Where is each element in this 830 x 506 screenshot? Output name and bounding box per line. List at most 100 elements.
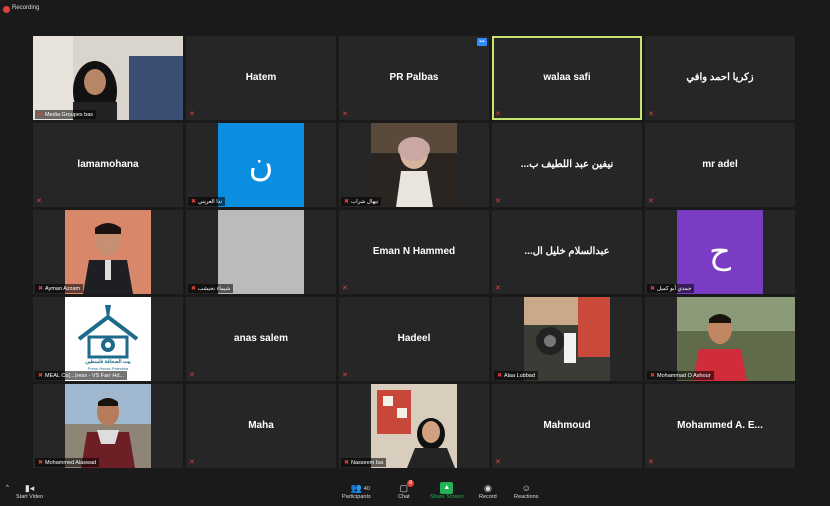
meeting-toolbar: ^ ▮◂ Start Video 👥 40 Participants ▢ 8 Cha… — [0, 478, 830, 506]
video-tile[interactable]: ✖ نيهال شراب — [339, 123, 489, 207]
muted-mic-icon: ✕ — [189, 372, 195, 379]
muted-mic-icon: ✕ — [342, 285, 348, 292]
video-tile[interactable]: ✖ Mohammed Alaswad — [33, 384, 183, 468]
participant-video-icon — [33, 36, 183, 120]
participant-caption: ✖ Mohammed Alaswad — [35, 458, 100, 467]
reactions-button[interactable]: ☺ Reactions — [514, 482, 538, 500]
video-tile[interactable]: PR Palbas ✕ ••• — [339, 36, 489, 120]
record-icon: ◉ — [483, 483, 492, 493]
muted-mic-icon: ✖ — [344, 199, 350, 205]
participant-video-icon — [371, 384, 457, 468]
video-off-icon: ▮◂ — [24, 483, 35, 493]
muted-mic-icon: ✕ — [648, 111, 654, 118]
participant-name: Mohammad O Ashour — [657, 372, 711, 379]
muted-mic-icon: ✖ — [38, 373, 44, 379]
press-house-logo: بيت الصحافة فلسطين Press House-Palestine — [65, 297, 151, 381]
muted-mic-icon: ✕ — [648, 459, 654, 466]
video-tile[interactable]: ...نيفين عبد اللطيف ب ✕ — [492, 123, 642, 207]
participant-name: Nasseem Isa — [351, 459, 384, 466]
participant-video-icon — [65, 210, 151, 294]
participant-name: Maha — [248, 420, 274, 431]
video-tile[interactable]: Eman N Hammed ✕ — [339, 210, 489, 294]
share-screen-icon: ▲ — [440, 482, 454, 494]
share-screen-label: Share Screen — [430, 494, 464, 500]
muted-mic-icon: ✖ — [497, 373, 503, 379]
participant-name: mr adel — [702, 159, 738, 170]
participant-caption: ✖ ندا العريني — [188, 197, 226, 206]
recording-indicator: Recording — [0, 0, 830, 20]
video-tile[interactable]: Hadeel ✕ — [339, 297, 489, 381]
video-tile[interactable]: ح ✖ جمدي أبو كميل — [645, 210, 795, 294]
video-tile[interactable]: anas salem ✕ — [186, 297, 336, 381]
participant-name: MEAL Co(...)ress - VS Farr Hd... — [45, 372, 124, 379]
participants-button[interactable]: 👥 40 Participants — [342, 482, 371, 500]
participant-name: Mohammed A. E... — [677, 420, 763, 431]
video-tile[interactable]: ✖ Ayman Azzam — [33, 210, 183, 294]
video-tile[interactable]: ✖ Nasseem Isa — [339, 384, 489, 468]
participant-name: Hadeel — [397, 333, 431, 344]
chevron-up-icon[interactable]: ^ — [6, 485, 9, 491]
participant-caption: ✖ Mohammad O Ashour — [647, 371, 714, 380]
video-tile[interactable]: ✖ Alaa Lubbad — [492, 297, 642, 381]
participant-video-icon — [218, 210, 304, 294]
reactions-icon: ☺ — [521, 483, 531, 493]
participant-video-icon — [65, 384, 151, 468]
video-tile[interactable]: بيت الصحافة فلسطين Press House-Palestine… — [33, 297, 183, 381]
video-tile-active-speaker[interactable]: walaa safi ✕ — [492, 36, 642, 120]
chat-icon: ▢ 8 — [399, 480, 415, 493]
muted-mic-icon: ✕ — [189, 111, 195, 118]
video-tile[interactable]: lamamohana ✕ — [33, 123, 183, 207]
participant-name: نيهال شراب — [351, 198, 379, 205]
video-tile[interactable]: ✖ Mohammad O Ashour — [645, 297, 795, 381]
muted-mic-icon: ✕ — [648, 198, 654, 205]
more-options-icon[interactable]: ••• — [477, 38, 487, 46]
video-tile[interactable]: ...عبدالسلام خليل ال ✕ — [492, 210, 642, 294]
video-tile[interactable]: Maha ✕ — [186, 384, 336, 468]
chat-button[interactable]: ▢ 8 Chat — [398, 480, 415, 500]
muted-mic-icon: ✖ — [650, 286, 656, 292]
participant-caption: ✖ جمدي أبو كميل — [647, 284, 695, 293]
start-video-button[interactable]: ▮◂ Start Video — [16, 482, 43, 500]
muted-mic-icon: ✖ — [344, 460, 350, 466]
chat-label: Chat — [398, 494, 410, 500]
participant-name: Eman N Hammed — [372, 246, 456, 257]
participant-name: PR Palbas — [389, 72, 439, 83]
video-tile[interactable]: Mahmoud ✕ — [492, 384, 642, 468]
participant-caption: ✖ Ayman Azzam — [35, 284, 84, 293]
muted-mic-icon: ✕ — [495, 111, 501, 118]
participant-name: زكريا احمد وافي — [686, 72, 754, 83]
video-tile[interactable]: ✖ Media Groupes bas — [33, 36, 183, 120]
participant-caption: ✖ Media Groupes bas — [35, 110, 97, 119]
video-tile[interactable]: mr adel ✕ — [645, 123, 795, 207]
muted-mic-icon: ✕ — [189, 459, 195, 466]
participant-name: lamamohana — [77, 159, 139, 170]
muted-mic-icon: ✕ — [495, 285, 501, 292]
muted-mic-icon: ✖ — [191, 286, 197, 292]
video-tile[interactable]: ن ✖ ندا العريني — [186, 123, 336, 207]
start-video-label: Start Video — [16, 494, 44, 500]
muted-mic-icon: ✕ — [36, 198, 42, 205]
participant-name: Media Groupes bas — [45, 111, 94, 118]
reactions-label: Reactions — [514, 494, 539, 500]
participant-caption: ✖ Nasseem Isa — [341, 458, 387, 467]
video-tile[interactable]: Hatem ✕ — [186, 36, 336, 120]
participant-caption: ✖ شيماء نحيشب — [188, 284, 234, 293]
muted-mic-icon: ✖ — [38, 286, 44, 292]
record-label: Record — [479, 494, 497, 500]
muted-mic-icon: ✕ — [495, 198, 501, 205]
participant-caption: ✖ نيهال شراب — [341, 197, 382, 206]
recording-dot-icon — [3, 6, 10, 13]
logo-text-ar: بيت الصحافة فلسطين — [85, 359, 131, 365]
share-screen-button[interactable]: ▲ Share Screen — [430, 482, 464, 500]
participant-name: جمدي أبو كميل — [657, 285, 692, 292]
record-button[interactable]: ◉ Record — [479, 482, 497, 500]
participant-name: anas salem — [234, 333, 288, 344]
participant-name: شيماء نحيشب — [198, 285, 231, 292]
video-tile[interactable]: ✖ شيماء نحيشب — [186, 210, 336, 294]
video-tile[interactable]: Mohammed A. E... ✕ — [645, 384, 795, 468]
muted-mic-icon: ✕ — [342, 372, 348, 379]
video-gallery: ✖ Media Groupes bas Hatem ✕ PR Palbas ✕ … — [33, 36, 797, 470]
participants-count: 40 — [363, 486, 370, 492]
video-tile[interactable]: زكريا احمد وافي ✕ — [645, 36, 795, 120]
participants-icon: 👥 40 — [350, 483, 370, 493]
